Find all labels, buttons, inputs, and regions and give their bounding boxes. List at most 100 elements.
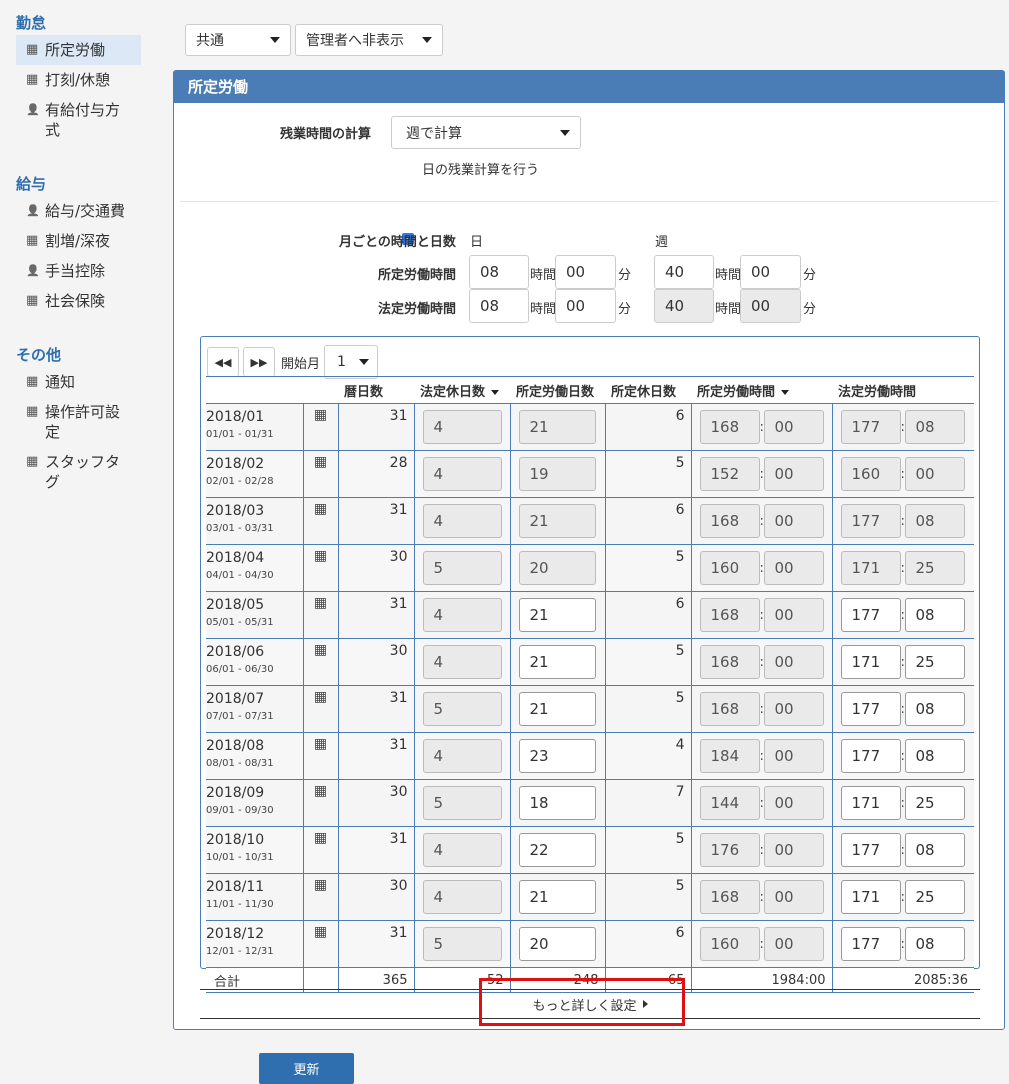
legal-minutes-input[interactable]: 25: [904, 786, 965, 820]
scheduled-hours-input: 168: [699, 880, 760, 914]
legal-minutes-input[interactable]: 08: [904, 692, 965, 726]
legal-minutes-input[interactable]: 08: [904, 598, 965, 632]
legal-day-minutes-input[interactable]: 00: [555, 289, 616, 323]
legal-minutes-input[interactable]: 08: [904, 833, 965, 867]
calendar-days: 31: [337, 732, 414, 780]
legal-day-hours-input[interactable]: 08: [469, 289, 529, 323]
next-year-button[interactable]: ▶▶: [243, 347, 275, 377]
sidebar-item[interactable]: ▦ 打刻/休憩: [16, 65, 141, 95]
work-days-input[interactable]: 22: [518, 833, 596, 867]
legal-hours-input[interactable]: 171: [840, 645, 901, 679]
scheduled-week-minutes-input[interactable]: 00: [740, 255, 801, 289]
visibility-select[interactable]: 管理者へ非表示: [295, 24, 443, 56]
scheduled-off-days: 6: [604, 497, 691, 545]
calendar-cell: ▦: [302, 873, 338, 921]
scheduled-week-hours-input[interactable]: 40: [654, 255, 714, 289]
legal-minutes-input[interactable]: 25: [904, 880, 965, 914]
sidebar-item[interactable]: ▦ 操作許可設定: [16, 397, 141, 447]
scheduled-off-days: 5: [604, 826, 691, 874]
chevron-down-icon: [270, 37, 280, 43]
overtime-select[interactable]: 週で計算: [391, 116, 581, 149]
sidebar-item[interactable]: 👤 有給付与方式: [16, 95, 141, 145]
calendar-icon[interactable]: ▦: [314, 736, 327, 752]
scheduled-minutes-input: 00: [763, 645, 824, 679]
legal-minutes-input[interactable]: 08: [904, 927, 965, 961]
legal-hours-input[interactable]: 177: [840, 833, 901, 867]
sidebar-item[interactable]: ▦ 社会保険: [16, 286, 141, 316]
work-days-input[interactable]: 23: [518, 739, 596, 773]
calendar-icon[interactable]: ▦: [314, 877, 327, 893]
calendar-icon[interactable]: ▦: [314, 548, 327, 564]
legal-hours-input[interactable]: 171: [840, 880, 901, 914]
legal-hours-input[interactable]: 177: [840, 598, 901, 632]
work-days-input[interactable]: 21: [518, 880, 596, 914]
scheduled-minutes-input: 00: [763, 692, 824, 726]
calendar-icon[interactable]: ▦: [314, 642, 327, 658]
scheduled-hours-input: 168: [699, 645, 760, 679]
legal-off-input: 4: [422, 457, 502, 491]
work-days-input[interactable]: 21: [518, 598, 596, 632]
sidebar-section-title: 勤怠: [16, 14, 47, 32]
sort-down-icon: [491, 389, 500, 395]
work-days-input[interactable]: 18: [518, 786, 596, 820]
scope-select[interactable]: 共通: [185, 24, 291, 56]
panel-title: 所定労働: [174, 71, 1004, 103]
legal-minutes-input[interactable]: 25: [904, 645, 965, 679]
legal-hours-input[interactable]: 177: [840, 927, 901, 961]
legal-time-cell: 177:08: [831, 732, 974, 780]
column-header[interactable]: 法定休日数: [414, 376, 510, 404]
calendar-icon[interactable]: ▦: [314, 924, 327, 940]
time-separator: :: [759, 420, 764, 435]
scheduled-hours-input: 152: [699, 457, 760, 491]
scheduled-minutes-input: 00: [763, 551, 824, 585]
calendar-days: 31: [337, 403, 414, 451]
scheduled-hours-input: 176: [699, 833, 760, 867]
sidebar-item[interactable]: 👤 給与/交通費: [16, 196, 141, 226]
sidebar-item[interactable]: ▦ スタッフタグ: [16, 447, 141, 497]
work-days-cell: 18: [509, 779, 605, 827]
legal-off-input: 4: [422, 739, 502, 773]
work-days-input[interactable]: 20: [518, 927, 596, 961]
time-separator: :: [759, 796, 764, 811]
start-month-select[interactable]: 1: [324, 345, 379, 379]
column-header[interactable]: 所定労働時間: [691, 376, 832, 404]
minute-unit: 分: [618, 302, 632, 317]
legal-hours-input[interactable]: 177: [840, 692, 901, 726]
legal-time-cell: 171:25: [831, 873, 974, 921]
time-separator: :: [759, 937, 764, 952]
work-days-input[interactable]: 21: [518, 645, 596, 679]
month-cell: 2018/05 05/01 - 05/31: [206, 591, 303, 639]
scheduled-day-minutes-input[interactable]: 00: [555, 255, 616, 289]
column-header: 所定労働日数: [510, 376, 605, 404]
month-cell: 2018/03 03/01 - 03/31: [206, 497, 303, 545]
work-days-input[interactable]: 21: [518, 692, 596, 726]
legal-time-cell: 177:08: [831, 497, 974, 545]
month-label: 2018/08: [206, 737, 265, 754]
month-range: 05/01 - 05/31: [206, 616, 274, 628]
legal-minutes-input[interactable]: 08: [904, 739, 965, 773]
calendar-icon[interactable]: ▦: [314, 783, 327, 799]
update-button[interactable]: 更新: [259, 1053, 354, 1084]
work-days-cell: 21: [509, 685, 605, 733]
month-cell: 2018/02 02/01 - 02/28: [206, 450, 303, 498]
time-separator: :: [759, 702, 764, 717]
legal-hours-input[interactable]: 171: [840, 786, 901, 820]
legal-hours-input[interactable]: 177: [840, 739, 901, 773]
sidebar: 勤怠 ▦ 所定労働 ▦ 打刻/休憩 👤 有給付与方式 給与 👤 給与/交通費 ▦ 割増/深夜 👤 手当控除…: [0, 0, 160, 497]
sidebar-item[interactable]: 👤 手当控除: [16, 256, 141, 286]
calendar-icon[interactable]: ▦: [314, 595, 327, 611]
sidebar-item[interactable]: ▦ 割増/深夜: [16, 226, 141, 256]
chevron-down-icon: [359, 359, 370, 365]
column-header-label: 所定休日数: [611, 384, 677, 400]
calendar-icon[interactable]: ▦: [314, 830, 327, 846]
sidebar-item[interactable]: ▦ 所定労働: [16, 35, 141, 65]
calendar-icon[interactable]: ▦: [314, 407, 327, 423]
legal-off-cell: 4: [413, 591, 510, 639]
work-days-cell: 21: [509, 591, 605, 639]
sidebar-item[interactable]: ▦ 通知: [16, 367, 141, 397]
calendar-icon[interactable]: ▦: [314, 501, 327, 517]
calendar-icon[interactable]: ▦: [314, 454, 327, 470]
scheduled-day-hours-input[interactable]: 08: [469, 255, 529, 289]
calendar-icon[interactable]: ▦: [314, 689, 327, 705]
prev-year-button[interactable]: ◀◀: [207, 347, 239, 377]
